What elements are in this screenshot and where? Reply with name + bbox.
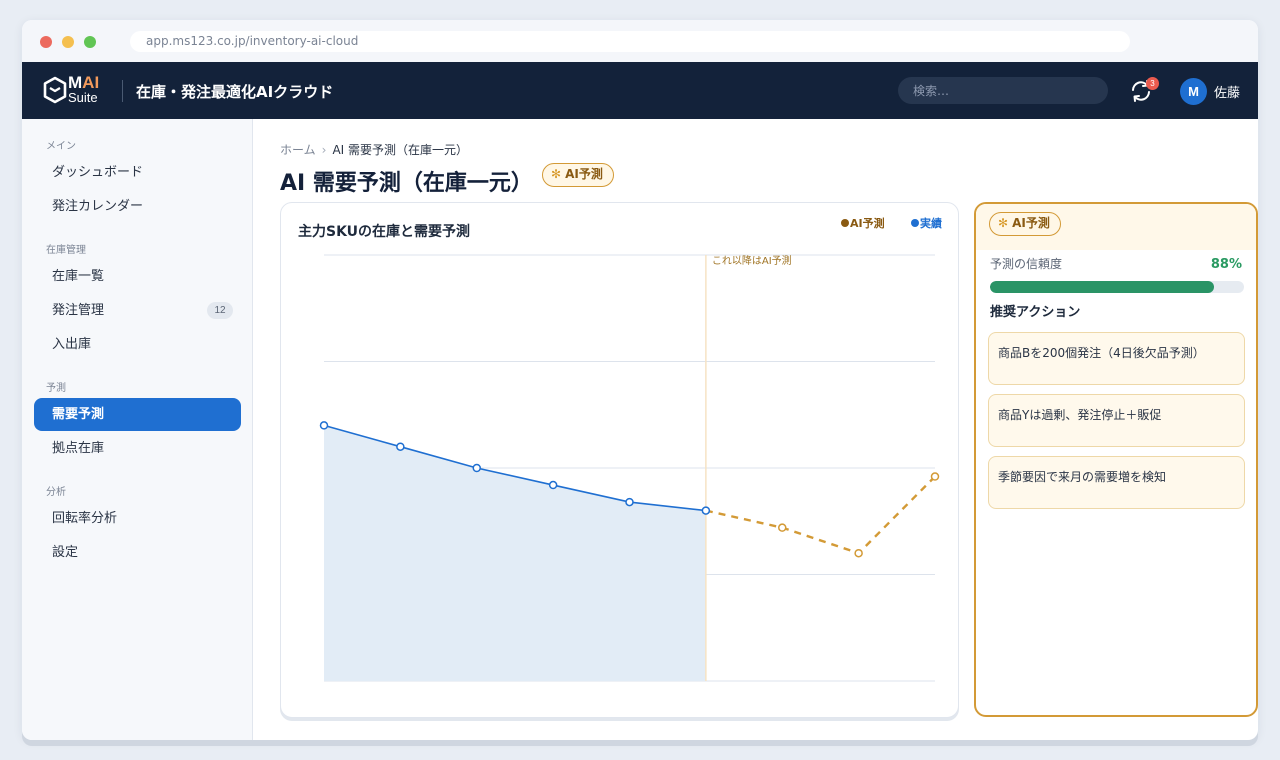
actual-data-point — [548, 480, 558, 490]
sidebar-section-main: メイン — [46, 141, 76, 152]
breadcrumb-current: AI 需要予測（在庫一元） — [332, 143, 469, 157]
logo-wordmark: MAI — [68, 74, 99, 91]
sidebar-item-order-calendar[interactable]: 発注カレンダー — [34, 190, 241, 223]
user-name[interactable]: 佐藤 — [1214, 82, 1240, 101]
address-bar[interactable]: app.ms123.co.jp/inventory-ai-cloud — [130, 31, 1130, 52]
insight-ai-badge: ✻ AI予測 — [989, 212, 1061, 236]
insight-badge-label: AI予測 — [1012, 216, 1050, 230]
forecast-data-point — [854, 548, 863, 558]
forecast-series-line — [705, 475, 936, 555]
forecast-annotation: これ以降はAI予測 — [712, 254, 792, 267]
forecast-data-point — [930, 472, 940, 481]
sparkle-icon: ✻ — [551, 167, 562, 181]
close-window-button[interactable] — [40, 36, 52, 48]
action-card[interactable]: 季節要因で来月の需要増を検知 — [988, 456, 1245, 509]
forecast-data-point — [778, 523, 787, 532]
sidebar-item-demand-forecast[interactable]: 需要予測 — [34, 398, 241, 431]
maximize-window-button[interactable] — [84, 36, 96, 48]
actual-data-point — [625, 497, 634, 507]
minimize-window-button[interactable] — [62, 36, 74, 48]
sparkle-icon: ✻ — [998, 216, 1009, 230]
sidebar-section-inventory: 在庫管理 — [46, 245, 86, 256]
confidence-value: 88% — [1210, 257, 1242, 272]
logo-suite: Suite — [68, 90, 98, 105]
sidebar: メイン ダッシュボード 発注カレンダー 在庫管理 在庫一覧 発注管理 12 入出… — [22, 119, 253, 740]
confidence-progress-bar — [990, 281, 1244, 293]
actual-data-point — [396, 442, 405, 451]
sidebar-item-site-inventory[interactable]: 拠点在庫 — [34, 432, 241, 465]
actual-data-point — [472, 463, 481, 473]
breadcrumb-home-link[interactable]: ホーム — [280, 143, 316, 157]
sidebar-item-order-management[interactable]: 発注管理 12 — [34, 294, 241, 327]
forecast-line-chart: これ以降はAI予測 — [319, 254, 940, 682]
confidence-progress-fill — [990, 281, 1214, 293]
order-count-badge: 12 — [207, 302, 233, 319]
breadcrumb-separator: › — [321, 143, 327, 157]
notification-badge: 3 — [1146, 77, 1159, 90]
browser-window: app.ms123.co.jp/inventory-ai-cloud MAI S… — [22, 20, 1258, 740]
ai-insight-panel: ✻ AI予測 予測の信頼度 88% 推奨アクション 商品Bを200個発注（4日後欠… — [974, 202, 1258, 717]
actual-area — [324, 425, 706, 681]
actual-data-point — [701, 506, 711, 515]
header-divider — [122, 80, 123, 102]
sidebar-item-dashboard[interactable]: ダッシュボード — [34, 156, 241, 189]
sidebar-item-stock-in-out[interactable]: 入出庫 — [34, 328, 241, 361]
browser-chrome: app.ms123.co.jp/inventory-ai-cloud — [22, 20, 1258, 62]
actual-data-point — [319, 421, 329, 430]
hexagon-logo-icon — [43, 76, 67, 104]
app-title: 在庫・発注最適化AIクラウド — [136, 83, 334, 101]
sidebar-item-inventory-list[interactable]: 在庫一覧 — [34, 260, 241, 293]
logo[interactable]: MAI Suite — [42, 74, 106, 108]
confidence-label: 予測の信頼度 — [990, 257, 1063, 271]
action-card[interactable]: 商品Yは過剰、発注停止＋販促 — [988, 394, 1245, 447]
sidebar-item-label: 発注管理 — [52, 303, 105, 318]
ai-forecast-badge: ✻ AI予測 — [542, 163, 614, 187]
action-card[interactable]: 商品Bを200個発注（4日後欠品予測） — [988, 332, 1245, 385]
forecast-chart-card: 主力SKUの在庫と需要予測 AI予測 実績 これ以降はAI予測 — [280, 202, 959, 718]
page-title: AI 需要予測（在庫一元） — [280, 171, 533, 196]
sidebar-section-analysis: 分析 — [46, 487, 66, 498]
app-header: MAI Suite 在庫・発注最適化AIクラウド 3 M 佐藤 — [22, 62, 1258, 119]
ai-badge-label: AI予測 — [565, 167, 603, 181]
sidebar-item-settings[interactable]: 設定 — [34, 536, 241, 569]
sidebar-item-turnover-analysis[interactable]: 回転率分析 — [34, 502, 241, 535]
search-input[interactable] — [898, 77, 1108, 104]
breadcrumb: ホーム › AI 需要予測（在庫一元） — [280, 141, 468, 158]
avatar[interactable]: M — [1180, 78, 1207, 105]
sidebar-section-forecast: 予測 — [46, 383, 66, 394]
recommended-actions-title: 推奨アクション — [990, 305, 1081, 320]
